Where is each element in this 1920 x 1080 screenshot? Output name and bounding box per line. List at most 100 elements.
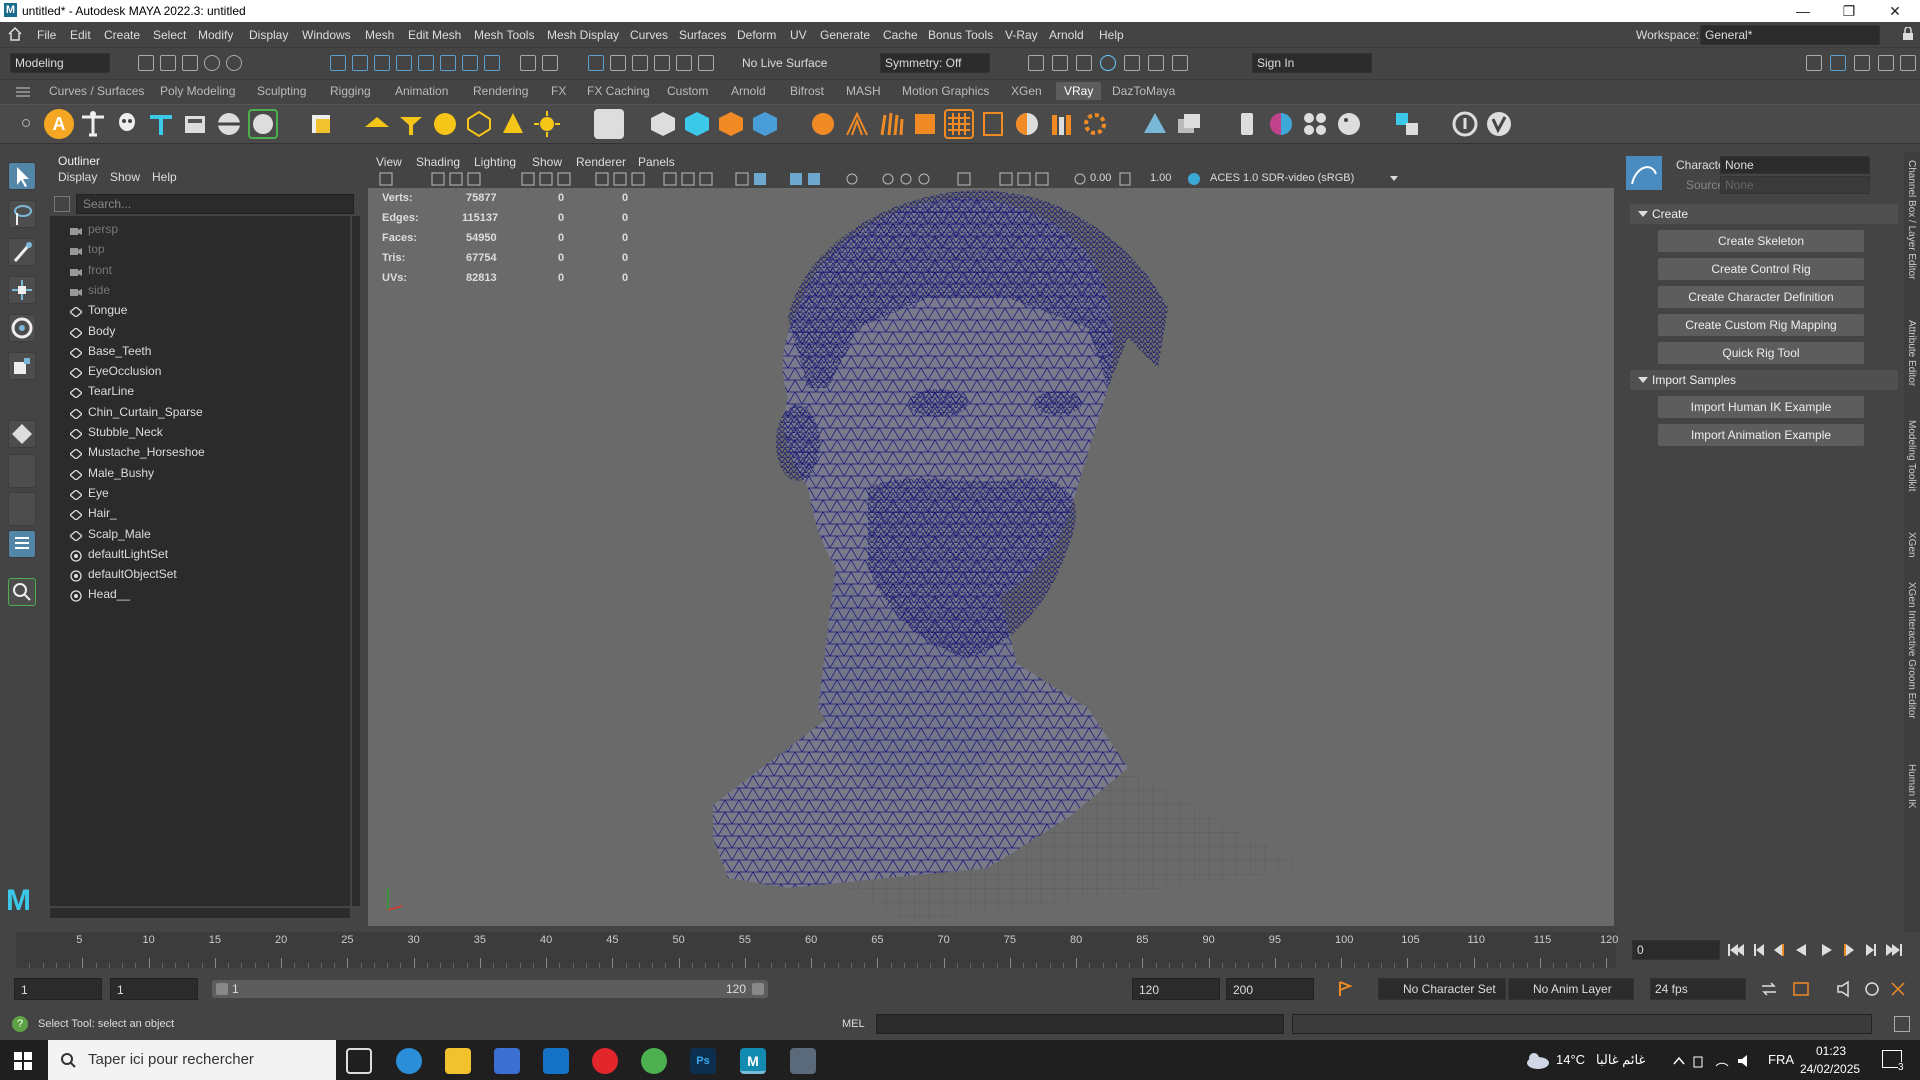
- light-tpose-icon[interactable]: [146, 109, 176, 139]
- plane-icon[interactable]: [594, 109, 624, 139]
- menu-mesh-display[interactable]: Mesh Display: [547, 28, 619, 42]
- outliner-item[interactable]: persp: [70, 222, 118, 240]
- tab-vray[interactable]: VRay: [1056, 82, 1102, 100]
- anim-prefs-icon[interactable]: [1865, 982, 1879, 996]
- skull-icon[interactable]: [112, 109, 142, 139]
- modeling-toolkit-icon[interactable]: [1806, 55, 1822, 71]
- lock-icon[interactable]: [1902, 26, 1914, 41]
- menu-bonus-tools[interactable]: Bonus Tools: [928, 28, 993, 42]
- proxy-cube-icon[interactable]: [648, 109, 678, 139]
- paint-select-icon[interactable]: [8, 238, 36, 266]
- select-tool-icon[interactable]: [8, 162, 36, 190]
- windows-start-icon[interactable]: [14, 1052, 32, 1070]
- outliner-scrollbar[interactable]: [352, 216, 360, 906]
- maya-taskbar-icon[interactable]: M: [740, 1048, 766, 1074]
- tab-rendering[interactable]: Rendering: [473, 84, 528, 98]
- pause-icon[interactable]: [1172, 55, 1188, 71]
- tpose-icon[interactable]: [78, 109, 108, 139]
- step-forward-button[interactable]: [1866, 944, 1876, 956]
- outliner-hscrollbar[interactable]: [50, 908, 350, 918]
- weather-icon[interactable]: [1524, 1050, 1550, 1070]
- sphere-light-icon[interactable]: [430, 109, 460, 139]
- outliner-item[interactable]: TearLine: [68, 384, 134, 402]
- create-character-definition-button[interactable]: Create Character Definition: [1658, 286, 1864, 308]
- create-control-rig-button[interactable]: Create Control Rig: [1658, 258, 1864, 280]
- tab-xgen[interactable]: XGen: [1011, 84, 1042, 98]
- outliner-item[interactable]: top: [70, 242, 105, 260]
- select-object-icon[interactable]: [352, 55, 368, 71]
- outliner-filter-icon[interactable]: [54, 196, 70, 212]
- play-backward-button[interactable]: [1796, 944, 1806, 956]
- outliner-item[interactable]: defaultLightSet: [70, 547, 168, 565]
- outliner-search-input[interactable]: Search...: [76, 194, 354, 214]
- mesh-light-icon[interactable]: [464, 109, 494, 139]
- new-scene-icon[interactable]: [138, 55, 154, 71]
- create-skeleton-button[interactable]: Create Skeleton: [1658, 230, 1864, 252]
- pivot-icon[interactable]: [676, 55, 692, 71]
- ies-light-icon[interactable]: [498, 109, 528, 139]
- chrome-icon[interactable]: [641, 1048, 667, 1074]
- fur-cube-icon[interactable]: [716, 109, 746, 139]
- outlook-icon[interactable]: [543, 1048, 569, 1074]
- transform-icon[interactable]: [1392, 109, 1422, 139]
- outliner-item[interactable]: side: [70, 283, 110, 301]
- box-icon[interactable]: [180, 109, 210, 139]
- vp-menu-view[interactable]: View: [376, 155, 402, 169]
- outliner-item[interactable]: Hair_: [68, 506, 117, 524]
- tab-poly-modeling[interactable]: Poly Modeling: [160, 84, 235, 98]
- render-setup-icon[interactable]: [1148, 55, 1164, 71]
- create-custom-rig-mapping-button[interactable]: Create Custom Rig Mapping: [1658, 314, 1864, 336]
- rotate-tool-icon[interactable]: [8, 314, 36, 342]
- menu-surfaces[interactable]: Surfaces: [679, 28, 726, 42]
- outliner-item[interactable]: Stubble_Neck: [68, 425, 163, 443]
- outliner-menu-display[interactable]: Display: [58, 170, 97, 184]
- hik-create-section[interactable]: Create: [1630, 204, 1898, 224]
- undo-icon[interactable]: [204, 55, 220, 71]
- vp-menu-show[interactable]: Show: [532, 155, 562, 169]
- system-tray-icons[interactable]: [1672, 1054, 1752, 1068]
- viewport-toolbar-icons[interactable]: [372, 170, 1212, 188]
- gear-icon[interactable]: [1080, 109, 1110, 139]
- script-language[interactable]: MEL: [842, 1018, 865, 1030]
- outliner-item[interactable]: Chin_Curtain_Sparse: [68, 405, 203, 423]
- loop-icon[interactable]: [1762, 982, 1776, 996]
- layout-two-icon[interactable]: [8, 492, 36, 526]
- quick-rig-tool-button[interactable]: Quick Rig Tool: [1658, 342, 1864, 364]
- sound-icon[interactable]: [1837, 980, 1849, 998]
- scene-end-field[interactable]: 200: [1226, 978, 1314, 1000]
- save-scene-icon[interactable]: [182, 55, 198, 71]
- scale-tool-icon[interactable]: [8, 352, 36, 380]
- decal-icon[interactable]: [910, 109, 940, 139]
- outliner-item[interactable]: Body: [68, 324, 115, 342]
- menu-help[interactable]: Help: [1099, 28, 1124, 42]
- dome-icon[interactable]: [214, 109, 244, 139]
- script-editor-icon[interactable]: [1894, 1016, 1910, 1032]
- outliner-item[interactable]: Eye: [68, 486, 109, 504]
- mesh-clipper-icon[interactable]: [750, 109, 780, 139]
- render-frame-icon[interactable]: [1028, 55, 1044, 71]
- menu-modify[interactable]: Modify: [198, 28, 233, 42]
- tubes-icon[interactable]: [1046, 109, 1076, 139]
- menu-generate[interactable]: Generate: [820, 28, 870, 42]
- edge-icon[interactable]: [396, 1048, 422, 1074]
- vp-menu-lighting[interactable]: Lighting: [474, 155, 516, 169]
- channel-box-icon[interactable]: [1878, 55, 1894, 71]
- character-set-dropdown[interactable]: No Character Set: [1378, 978, 1506, 1000]
- half-sphere-icon[interactable]: [1012, 109, 1042, 139]
- cache-icon[interactable]: [1793, 982, 1809, 996]
- redo-icon[interactable]: [226, 55, 242, 71]
- range-slider-start-handle[interactable]: [216, 983, 228, 995]
- history-icon[interactable]: [588, 55, 604, 71]
- menu-windows[interactable]: Windows: [302, 28, 351, 42]
- rect-light-icon[interactable]: [362, 109, 392, 139]
- tab-daztomaya[interactable]: DazToMaya: [1112, 84, 1175, 98]
- snap-together-icon[interactable]: [654, 55, 670, 71]
- highlight-icon[interactable]: [542, 55, 558, 71]
- shelf-menu-icon[interactable]: [16, 86, 30, 97]
- help-icon[interactable]: ?: [12, 1016, 28, 1032]
- tab-animation[interactable]: Animation: [395, 84, 448, 98]
- command-input[interactable]: [876, 1014, 1284, 1034]
- maximize-button[interactable]: ❐: [1826, 0, 1872, 22]
- task-view-icon[interactable]: [346, 1048, 372, 1074]
- hik-import-section[interactable]: Import Samples: [1630, 370, 1898, 390]
